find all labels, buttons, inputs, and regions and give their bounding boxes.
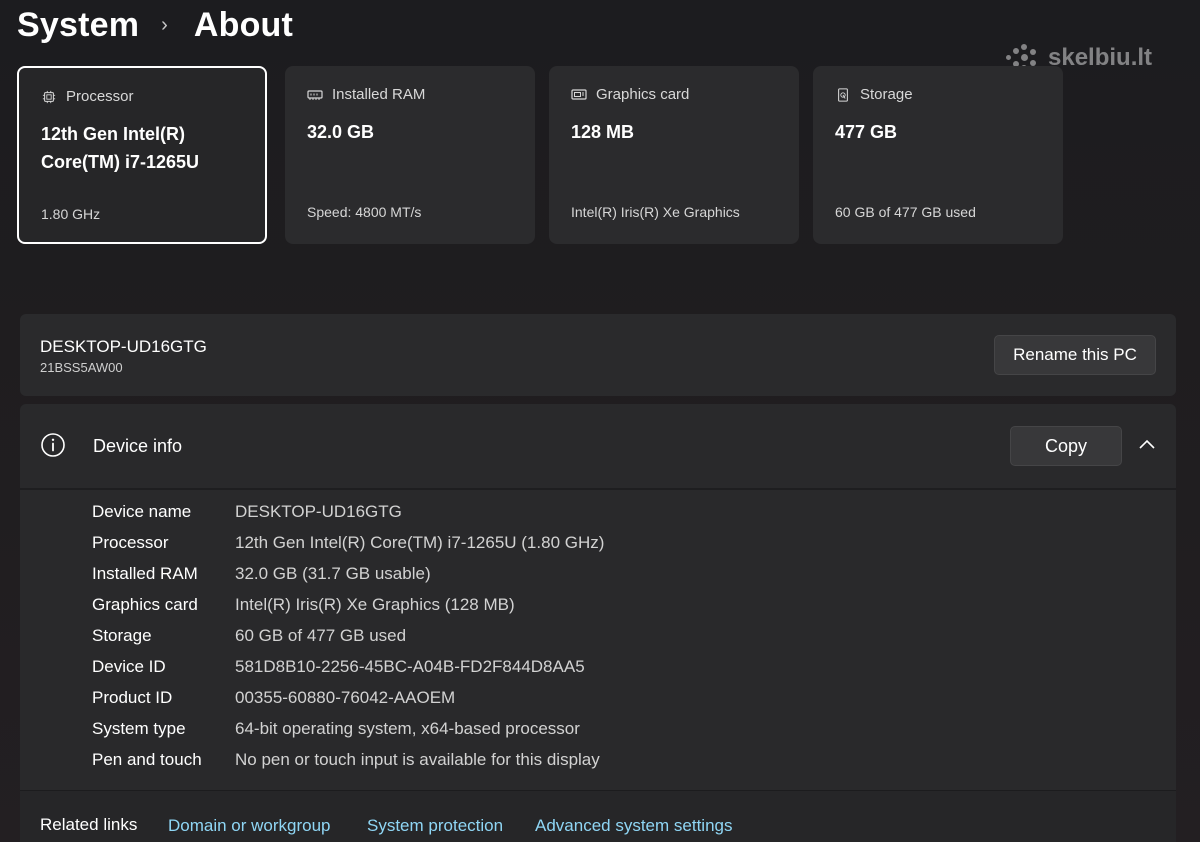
spec-row: Device ID 581D8B10-2256-45BC-A04B-FD2F84…: [92, 657, 992, 685]
spec-value: DESKTOP-UD16GTG: [235, 502, 402, 521]
spec-value: 12th Gen Intel(R) Core(TM) i7-1265U (1.8…: [235, 533, 605, 552]
graphics-card-sub: Intel(R) Iris(R) Xe Graphics: [571, 204, 740, 220]
related-links-label: Related links: [40, 815, 138, 834]
pc-model: 21BSS5AW00: [40, 360, 123, 375]
advanced-system-settings-link[interactable]: Advanced system settings: [535, 816, 732, 836]
spec-value: Intel(R) Iris(R) Xe Graphics (128 MB): [235, 595, 515, 614]
spec-row: Product ID 00355-60880-76042-AAOEM: [92, 688, 992, 716]
graphics-card-label: Graphics card: [596, 86, 690, 103]
spec-row: Device name DESKTOP-UD16GTG: [92, 502, 992, 530]
chevron-up-icon[interactable]: [1138, 438, 1156, 450]
storage-card-label: Storage: [860, 86, 913, 103]
processor-card[interactable]: Processor 12th Gen Intel(R) Core(TM) i7-…: [17, 66, 267, 244]
device-info-panel: Device info Copy Device name DESKTOP-UD1…: [20, 404, 1176, 842]
processor-card-sub: 1.80 GHz: [41, 206, 101, 222]
copy-button[interactable]: Copy: [1010, 426, 1122, 466]
graphics-card-value: 128 MB: [571, 122, 635, 142]
breadcrumb-separator-icon: ›: [161, 13, 168, 36]
rename-pc-button[interactable]: Rename this PC: [994, 335, 1156, 375]
spec-row: Graphics card Intel(R) Iris(R) Xe Graphi…: [92, 595, 992, 623]
spec-value: 581D8B10-2256-45BC-A04B-FD2F844D8AA5: [235, 657, 585, 676]
spec-value: 32.0 GB (31.7 GB usable): [235, 564, 431, 583]
processor-card-value: 12th Gen Intel(R) Core(TM) i7-1265U: [41, 124, 200, 172]
ram-card[interactable]: Installed RAM 32.0 GB Speed: 4800 MT/s: [285, 66, 535, 244]
spec-value: 64-bit operating system, x64-based proce…: [235, 719, 580, 738]
spec-row: Installed RAM 32.0 GB (31.7 GB usable): [92, 564, 992, 592]
related-links-bar: Related links Domain or workgroup System…: [20, 790, 1176, 842]
spec-value: 60 GB of 477 GB used: [235, 626, 407, 645]
spec-label: Graphics card: [92, 595, 198, 614]
spec-row: Pen and touch No pen or touch input is a…: [92, 750, 992, 778]
ram-card-value: 32.0 GB: [307, 122, 375, 142]
spec-row: System type 64-bit operating system, x64…: [92, 719, 992, 747]
pc-name: DESKTOP-UD16GTG: [40, 337, 207, 356]
storage-card-value: 477 GB: [835, 122, 898, 142]
ram-icon: [307, 89, 323, 100]
device-info-header[interactable]: Device info Copy: [20, 404, 1176, 488]
spec-label: Processor: [92, 533, 169, 552]
watermark-text: skelbiu.lt: [1048, 44, 1153, 71]
storage-card-sub: 60 GB of 477 GB used: [835, 204, 976, 220]
spec-row: Storage 60 GB of 477 GB used: [92, 626, 992, 654]
processor-card-label: Processor: [66, 88, 134, 105]
storage-icon: [838, 87, 848, 102]
spec-label: Device name: [92, 502, 192, 521]
spec-value: 00355-60880-76042-AAOEM: [235, 688, 456, 707]
spec-label: System type: [92, 719, 186, 738]
spec-label: Installed RAM: [92, 564, 198, 583]
storage-card[interactable]: Storage 477 GB 60 GB of 477 GB used: [813, 66, 1063, 244]
processor-icon: [42, 90, 56, 103]
pc-name-panel: DESKTOP-UD16GTG 21BSS5AW00 Rename this P…: [20, 314, 1176, 396]
domain-or-workgroup-link[interactable]: Domain or workgroup: [168, 816, 331, 836]
breadcrumb: System › About: [17, 2, 293, 48]
spec-label: Device ID: [92, 657, 166, 676]
spec-label: Product ID: [92, 688, 173, 707]
ram-card-sub: Speed: 4800 MT/s: [307, 204, 422, 220]
device-info-title: Device info: [93, 436, 183, 456]
divider: [20, 488, 1176, 490]
info-icon: [41, 433, 65, 457]
spec-label: Storage: [92, 626, 152, 645]
system-protection-link[interactable]: System protection: [367, 816, 503, 836]
spec-label: Pen and touch: [92, 750, 202, 769]
spec-value: No pen or touch input is available for t…: [235, 750, 600, 769]
graphics-card-card[interactable]: Graphics card 128 MB Intel(R) Iris(R) Xe…: [549, 66, 799, 244]
ram-card-label: Installed RAM: [332, 86, 426, 103]
breadcrumb-system-link[interactable]: System: [17, 6, 139, 45]
page-title: About: [193, 5, 294, 44]
graphics-card-icon: [571, 88, 587, 100]
spec-row: Processor 12th Gen Intel(R) Core(TM) i7-…: [92, 533, 992, 561]
